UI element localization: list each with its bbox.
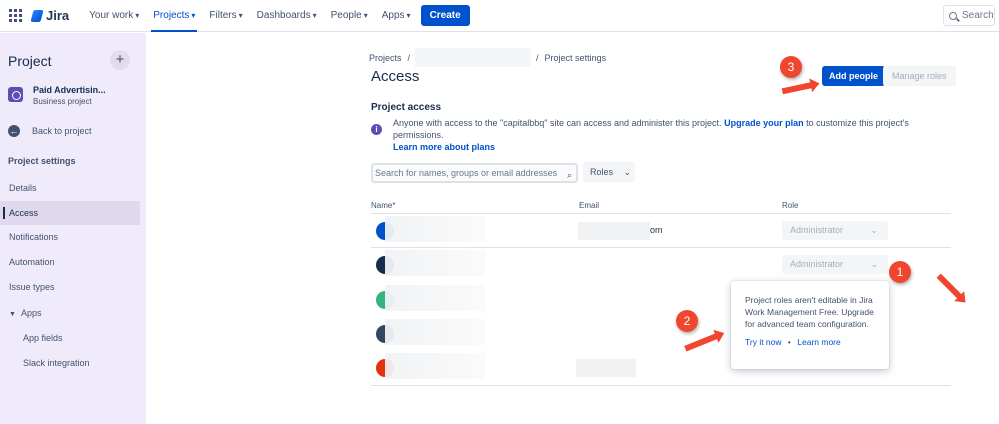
chevron-down-icon: ▾ [238,11,243,20]
sidebar-item-apps[interactable]: ▼ Apps [0,301,140,325]
column-header-email: Email [579,201,600,210]
upgrade-tooltip: Project roles aren't editable in Jira Wo… [731,281,889,369]
search-icon [949,11,957,20]
annotation-badge-1: 1 [889,261,911,283]
try-it-now-link[interactable]: Try it now [745,337,782,347]
chevron-down-icon: ⌄ [623,167,632,177]
user-name-redacted [385,353,485,379]
nav-apps[interactable]: Apps ▾ [382,0,411,32]
sidebar-item-issue-types[interactable]: Issue types [0,275,140,299]
people-search-input[interactable]: Search for names, groups or email addres… [371,163,578,183]
upgrade-plan-link[interactable]: Upgrade your plan [724,118,804,128]
annotation-badge-2: 2 [676,310,698,332]
chevron-down-icon: ▾ [312,11,317,20]
app-switcher-icon[interactable] [9,8,23,23]
breadcrumb-projects[interactable]: Projects [369,53,402,63]
user-email-redacted [576,359,636,377]
section-title: Project access [371,102,442,113]
chevron-down-icon: ▾ [406,11,411,20]
table-row: om Administrator ⌄ [371,214,951,247]
learn-more-link[interactable]: Learn more [797,337,840,347]
column-header-role: Role [782,201,799,210]
sidebar: Project + Paid Advertisin... Business pr… [0,33,146,424]
chevron-down-icon: ▾ [363,11,368,20]
tooltip-text: Project roles aren't editable in Jira Wo… [745,295,874,329]
link-separator: • [787,337,791,347]
sidebar-item-app-fields[interactable]: App fields [0,326,140,350]
sidebar-item-notifications[interactable]: Notifications [0,225,140,249]
learn-more-plans-link[interactable]: Learn more about plans [393,142,495,152]
table-row: Administrator ⌄ [371,248,951,281]
manage-roles-button[interactable]: Manage roles [883,66,956,86]
info-icon: i [371,124,382,135]
page-title: Access [371,68,420,85]
top-navigation: Jira Your work ▾ Projects ▾ Filters ▾ Dashb… [0,0,999,32]
arrow-left-icon: ← [8,125,20,137]
column-header-name[interactable]: Name* [371,201,395,210]
chevron-down-icon: ▼ [9,311,16,318]
project-name: Paid Advertisin... [33,85,106,95]
sidebar-project[interactable]: Paid Advertisin... Business project [8,85,106,106]
nav-people[interactable]: People ▾ [331,0,368,32]
user-name-redacted [385,216,485,242]
sidebar-settings-heading: Project settings [8,156,76,166]
sidebar-title: Project [8,53,52,69]
sidebar-item-details[interactable]: Details [0,176,140,200]
chevron-down-icon: ▾ [135,11,140,20]
annotation-badge-3: 3 [780,56,802,78]
role-select[interactable]: Administrator ⌄ [782,221,888,240]
breadcrumb-project-settings[interactable]: Project settings [545,53,607,63]
breadcrumb: Projects / / Project settings [369,48,606,67]
user-email: om [650,225,663,235]
jira-logo-icon [30,9,44,22]
nav-your-work[interactable]: Your work ▾ [89,0,139,32]
breadcrumb-separator: / [536,52,539,63]
table-divider [371,385,951,386]
user-name-redacted [385,250,485,276]
chevron-down-icon: ⌄ [870,259,878,269]
jira-logo-text: Jira [46,8,70,23]
user-name-redacted [385,285,485,311]
jira-logo[interactable]: Jira [30,8,70,23]
user-name-redacted [385,319,485,345]
nav-projects[interactable]: Projects ▾ [151,0,198,32]
project-icon [8,87,23,102]
back-to-project-link[interactable]: ← Back to project [8,125,92,137]
breadcrumb-project-redacted[interactable] [415,48,532,67]
chevron-down-icon: ⌄ [870,225,878,235]
project-type: Business project [33,97,92,106]
add-people-button[interactable]: Add people [822,66,885,86]
nav-dashboards[interactable]: Dashboards ▾ [257,0,317,32]
sidebar-item-slack-integration[interactable]: Slack integration [0,351,140,375]
nav-filters[interactable]: Filters ▾ [209,0,242,32]
breadcrumb-separator: / [407,52,411,63]
sidebar-item-automation[interactable]: Automation [0,250,140,274]
search-icon: ⌕ [566,170,572,180]
chevron-down-icon: ▾ [191,11,196,20]
add-icon[interactable]: + [110,50,130,70]
user-email-redacted [578,222,650,240]
global-search-input[interactable]: Search [943,5,995,26]
info-message: i Anyone with access to the "capitalbbq"… [371,117,951,153]
sidebar-item-access[interactable]: Access [0,201,140,225]
annotation-arrow [781,81,815,95]
role-select[interactable]: Administrator ⌄ [782,255,888,274]
roles-filter-dropdown[interactable]: Roles ⌄ [583,162,635,182]
create-button[interactable]: Create [420,5,470,26]
